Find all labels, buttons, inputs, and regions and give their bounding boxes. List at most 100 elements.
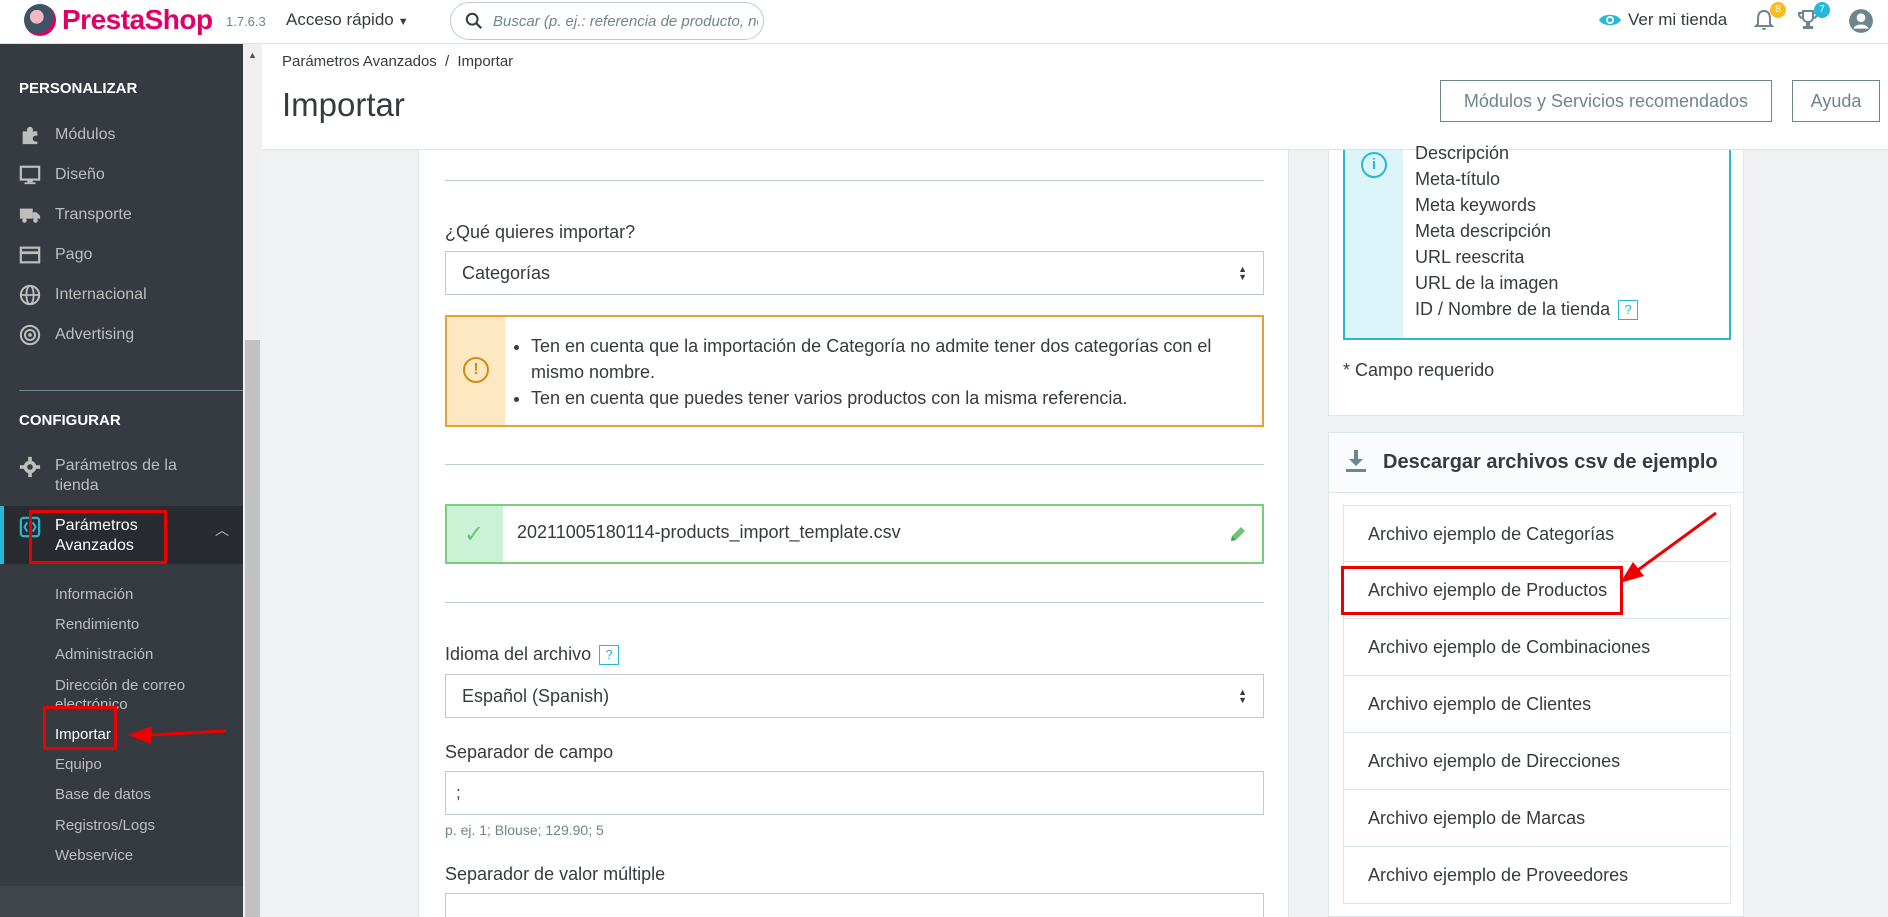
breadcrumb: Parámetros Avanzados / Importar xyxy=(282,53,513,70)
file-language-select[interactable]: Español (Spanish) ▲ ▼ xyxy=(445,674,1264,718)
file-status-side: ✓ xyxy=(447,506,503,562)
scroll-up-icon[interactable]: ▲ xyxy=(248,50,257,60)
quick-access-dropdown[interactable]: Acceso rápido ▼ xyxy=(286,10,409,30)
prestashop-logo[interactable]: PrestaShop xyxy=(24,4,213,36)
sample-file-proveedores[interactable]: Archivo ejemplo de Proveedores xyxy=(1343,847,1731,904)
achievements-button[interactable]: 7 xyxy=(1796,2,1830,34)
help-question-icon[interactable]: ? xyxy=(1618,300,1639,321)
sidebar-item-shop-params[interactable]: Parámetros de la tienda xyxy=(19,456,195,496)
help-question-icon[interactable]: ? xyxy=(599,645,620,666)
field-item: Meta descripción xyxy=(1415,221,1552,241)
brand-name: PrestaShop xyxy=(62,4,213,35)
globe-icon xyxy=(19,284,41,306)
notifications-button[interactable]: 8 xyxy=(1752,2,1786,34)
sidebar-item-modulos[interactable]: Módulos xyxy=(19,124,115,146)
view-shop-link[interactable]: Ver mi tienda xyxy=(1598,10,1727,30)
select-arrows-icon: ▲ ▼ xyxy=(1238,687,1247,705)
sidebar-item-label: Módulos xyxy=(55,126,116,143)
sidebar-item-label: Pago xyxy=(55,246,93,263)
credit-card-icon xyxy=(19,246,41,264)
sidebar-item-label: Parámetros de la tienda xyxy=(55,457,177,494)
sidebar-sub-equipo[interactable]: Equipo xyxy=(55,756,102,773)
search-input[interactable]: Buscar (p. ej.: referencia de producto, … xyxy=(450,2,764,40)
sample-file-clientes[interactable]: Archivo ejemplo de Clientes xyxy=(1343,676,1731,733)
warning-list: Ten en cuenta que la importación de Cate… xyxy=(531,333,1251,411)
sidebar-sub-informacion[interactable]: Información xyxy=(55,586,133,603)
field-separator-label: Separador de campo xyxy=(445,742,614,762)
sidebar-sub-logs[interactable]: Registros/Logs xyxy=(55,817,155,834)
check-icon: ✓ xyxy=(464,521,485,548)
sidebar-sub-administracion[interactable]: Administración xyxy=(55,646,153,663)
warning-side: ! xyxy=(447,317,505,425)
pencil-edit-icon[interactable] xyxy=(1228,524,1248,544)
search-placeholder: Buscar (p. ej.: referencia de producto, … xyxy=(493,13,758,30)
gear-icon xyxy=(19,456,41,478)
view-shop-label: Ver mi tienda xyxy=(1628,10,1728,29)
warning-item: Ten en cuenta que la importación de Cate… xyxy=(531,333,1251,385)
breadcrumb-parent-link[interactable]: Parámetros Avanzados xyxy=(282,53,437,70)
notifications-badge: 8 xyxy=(1770,2,1786,18)
monitor-icon xyxy=(19,165,41,185)
sidebar-sub-base-datos[interactable]: Base de datos xyxy=(55,786,151,803)
caret-down-icon: ▼ xyxy=(397,16,409,28)
field-item: Descripción xyxy=(1415,143,1510,163)
multi-value-separator-label: Separador de valor múltiple xyxy=(445,864,666,884)
sample-files-title: Descargar archivos csv de ejemplo xyxy=(1383,451,1718,473)
import-form-card: ¿Qué quieres importar? Categorías ▲▼ ! T… xyxy=(418,150,1289,917)
sidebar-item-internacional[interactable]: Internacional xyxy=(19,284,147,306)
import-type-select[interactable]: Categorías ▲ ▼ xyxy=(445,251,1264,295)
section-configurar: CONFIGURAR xyxy=(19,412,121,429)
sample-file-marcas[interactable]: Archivo ejemplo de Marcas xyxy=(1343,790,1731,847)
field-list: Descripción Meta-título Meta keywords Me… xyxy=(1415,140,1639,322)
puzzle-icon xyxy=(22,126,38,145)
sidebar-item-advertising[interactable]: Advertising xyxy=(19,324,134,346)
help-button[interactable]: Ayuda xyxy=(1792,80,1880,122)
truck-icon xyxy=(19,208,41,223)
sample-file-categorias[interactable]: Archivo ejemplo de Categorías xyxy=(1343,505,1731,562)
sidebar-scrollbar[interactable]: ▲ xyxy=(243,44,262,917)
sidebar-item-transporte[interactable]: Transporte xyxy=(19,204,132,226)
sidebar-item-pago[interactable]: Pago xyxy=(19,244,92,266)
user-avatar-icon xyxy=(1849,9,1873,33)
field-item: ID / Nombre de la tienda? xyxy=(1415,296,1639,322)
field-item-text: ID / Nombre de la tienda xyxy=(1415,299,1611,319)
multi-value-separator-input[interactable] xyxy=(445,893,1264,917)
annotation-box-importar xyxy=(43,706,117,750)
eye-icon xyxy=(1599,14,1621,26)
page-header: Parámetros Avanzados / Importar Importar… xyxy=(262,44,1888,150)
warning-alert: ! Ten en cuenta que la importación de Ca… xyxy=(445,315,1264,427)
chevron-up-icon[interactable]: ︿ xyxy=(215,520,229,540)
sidebar-item-label: Advertising xyxy=(55,326,135,343)
field-separator-hint: p. ej. 1; Blouse; 129.90; 5 xyxy=(445,822,604,838)
sample-files-card: Descargar archivos csv de ejemplo Archiv… xyxy=(1328,432,1744,917)
file-language-label: Idioma del archivo? xyxy=(445,644,620,666)
field-item: URL de la imagen xyxy=(1415,273,1559,293)
select-arrows-icon: ▲ ▼ xyxy=(1238,264,1247,282)
divider xyxy=(445,464,1264,465)
sidebar-item-diseno[interactable]: Diseño xyxy=(19,164,105,186)
sidebar-sub-rendimiento[interactable]: Rendimiento xyxy=(55,616,139,633)
field-separator-input[interactable]: ; xyxy=(445,771,1264,815)
file-language-label-text: Idioma del archivo xyxy=(445,644,592,664)
file-language-value: Español (Spanish) xyxy=(462,686,610,706)
scrollbar-thumb[interactable] xyxy=(245,340,260,917)
annotation-box-productos xyxy=(1341,566,1623,615)
uploaded-file-name: 20211005180114-products_import_template.… xyxy=(517,522,901,542)
sidebar-item-label: Internacional xyxy=(55,286,147,303)
sample-file-direcciones[interactable]: Archivo ejemplo de Direcciones xyxy=(1343,733,1731,790)
fields-info-alert: i Descripción Meta-título Meta keywords … xyxy=(1343,143,1731,340)
field-item: URL reescrita xyxy=(1415,247,1525,267)
achievements-badge: 7 xyxy=(1814,2,1830,18)
sample-file-combinaciones[interactable]: Archivo ejemplo de Combinaciones xyxy=(1343,619,1731,676)
field-separator-value: ; xyxy=(456,783,461,802)
sidebar-item-label: Diseño xyxy=(55,166,105,183)
sidebar-sub-webservice[interactable]: Webservice xyxy=(55,847,133,864)
account-button[interactable] xyxy=(1848,8,1874,34)
sample-files-list: Archivo ejemplo de Categorías Archivo ej… xyxy=(1343,505,1731,904)
import-type-label: ¿Qué quieres importar? xyxy=(445,222,636,242)
quick-access-label: Acceso rápido xyxy=(286,10,394,29)
download-icon xyxy=(1346,450,1366,472)
recommended-modules-button[interactable]: Módulos y Servicios recomendados xyxy=(1440,80,1772,122)
search-icon xyxy=(465,12,482,29)
available-fields-card: i Descripción Meta-título Meta keywords … xyxy=(1328,143,1744,416)
